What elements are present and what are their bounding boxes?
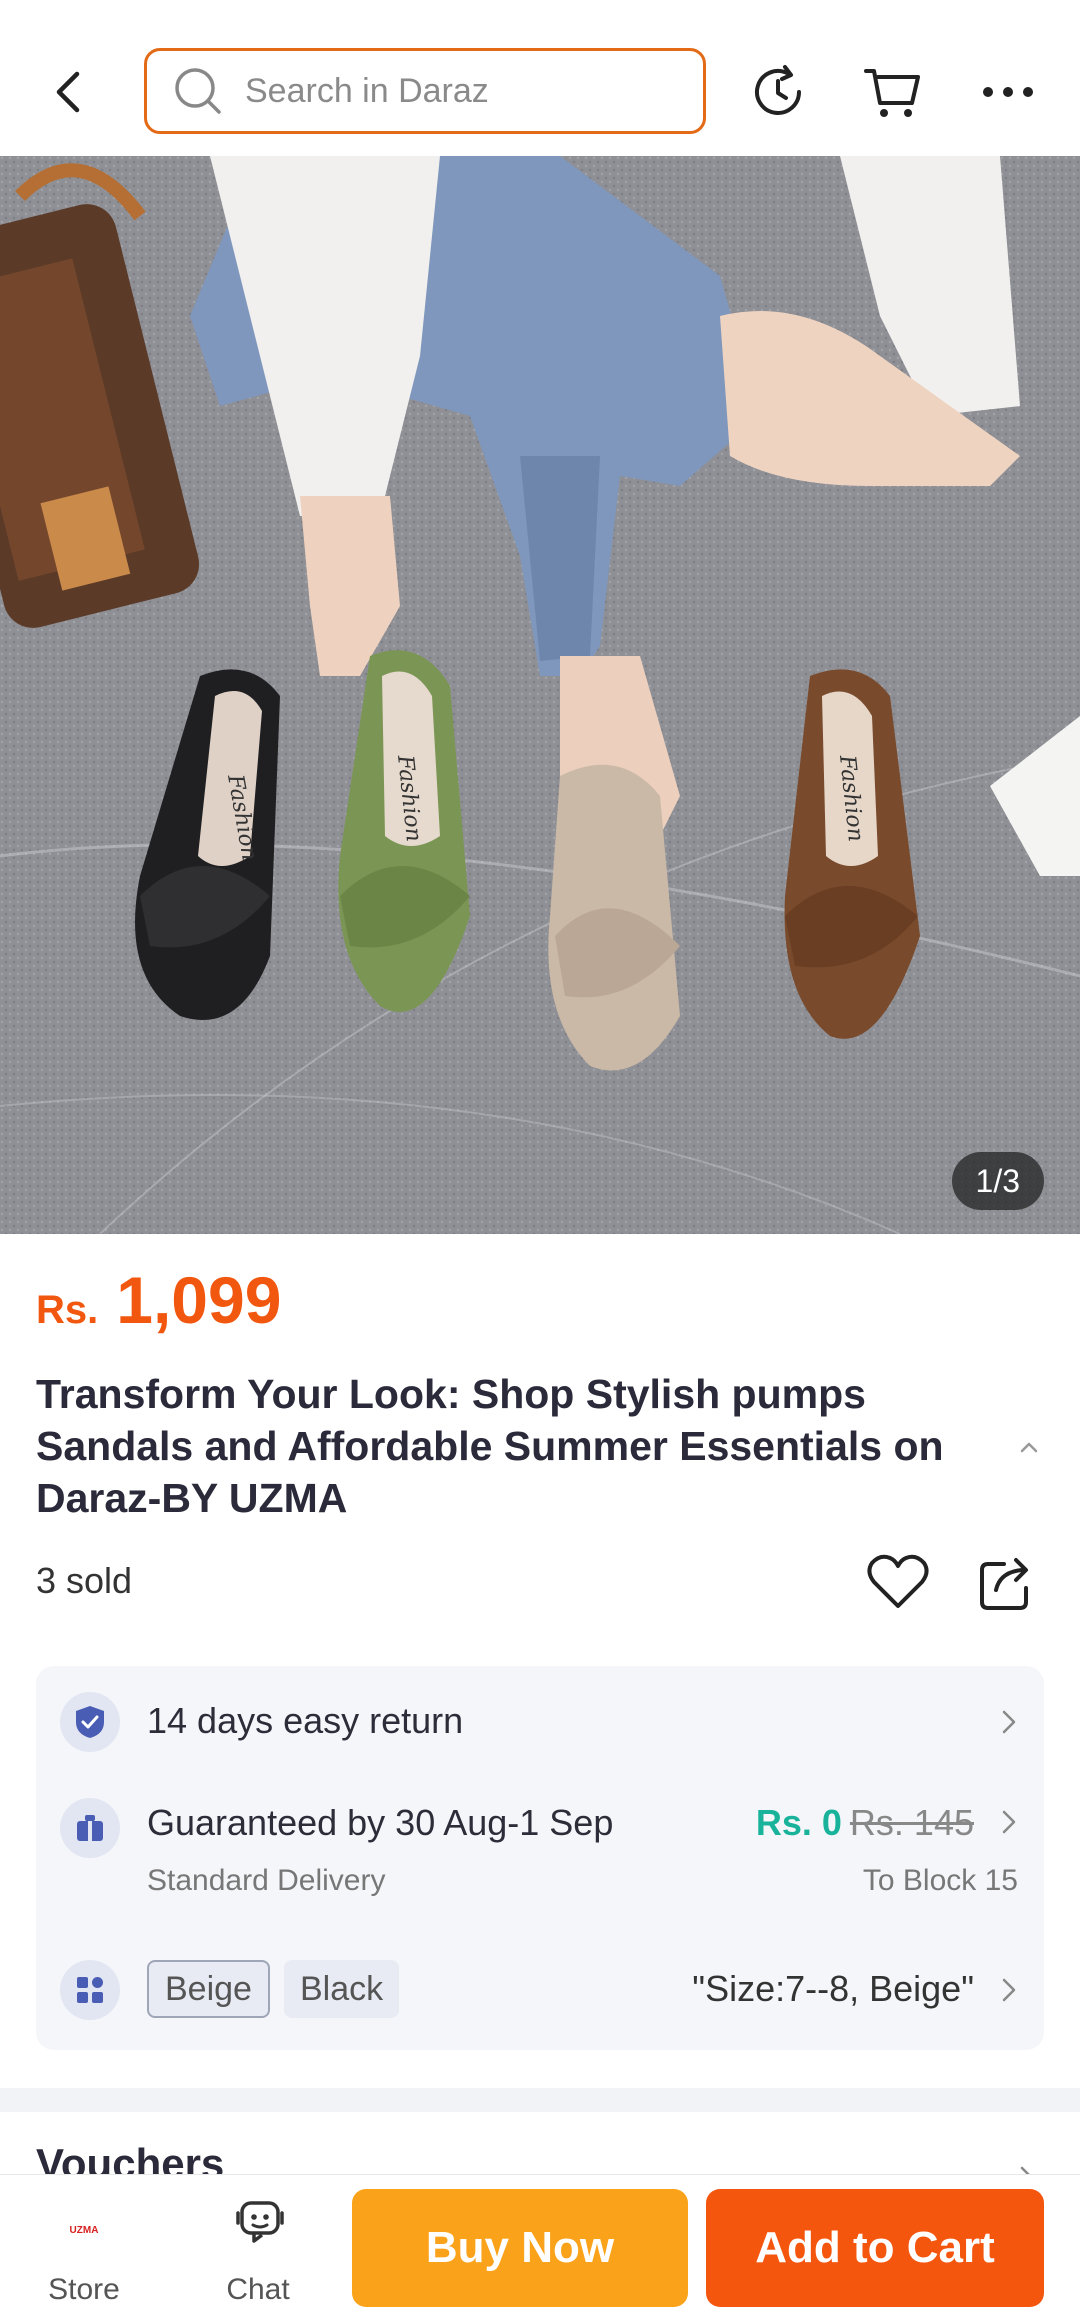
product-photo: Fashion Fashion Fashion xyxy=(0,156,1080,1234)
chevron-right-icon xyxy=(1002,1810,1016,1834)
return-policy-label: 14 days easy return xyxy=(147,1700,464,1741)
chat-robot-icon xyxy=(236,2201,284,2243)
delivery-row[interactable]: Guaranteed by 30 Aug-1 Sep Standard Deli… xyxy=(36,1776,1044,1922)
share-icon xyxy=(980,1558,1028,1610)
wishlist-button[interactable] xyxy=(866,1552,930,1612)
search-box[interactable] xyxy=(144,48,706,134)
chevron-right-icon xyxy=(1002,1978,1016,2002)
search-icon xyxy=(175,68,221,114)
search-input[interactable] xyxy=(245,71,645,111)
history-button[interactable] xyxy=(746,60,810,124)
bottom-action-bar: UZMA Store Chat Buy Now Add to Cart xyxy=(0,2174,1080,2320)
heart-icon xyxy=(867,1554,929,1608)
cart-button[interactable] xyxy=(860,60,924,124)
chat-button[interactable]: Chat xyxy=(198,2175,318,2320)
delivery-guarantee-label: Guaranteed by 30 Aug-1 Sep xyxy=(147,1802,614,1843)
cart-icon xyxy=(864,69,920,117)
share-button[interactable] xyxy=(978,1552,1034,1612)
price-value: 1,099 xyxy=(116,1263,282,1337)
sold-count: 3 sold xyxy=(36,1560,133,1601)
selected-variant-summary: "Size:7--8, Beige" xyxy=(692,1968,974,2009)
variant-chip-beige[interactable]: Beige xyxy=(147,1960,270,2018)
refresh-history-icon xyxy=(755,65,801,115)
store-button[interactable]: UZMA Store xyxy=(24,2175,144,2320)
variant-row[interactable]: Beige Black "Size:7--8, Beige" xyxy=(36,1922,1044,2050)
product-image-gallery[interactable]: Fashion Fashion Fashion 1/3 xyxy=(0,156,1080,1234)
top-bar xyxy=(0,0,1080,156)
shipping-fee: Rs. 0 Rs. 145 xyxy=(756,1802,974,1844)
back-arrow-icon xyxy=(56,71,80,113)
more-dots-icon xyxy=(983,87,1033,97)
delivery-location: To Block 15 xyxy=(862,1864,1018,1897)
chevron-up-icon[interactable] xyxy=(1014,1432,1044,1462)
buy-now-button[interactable]: Buy Now xyxy=(352,2189,688,2307)
return-policy-row[interactable]: 14 days easy return xyxy=(36,1666,1044,1776)
delivery-type: Standard Delivery xyxy=(147,1864,386,1897)
price-row: Rs. 1,099 xyxy=(36,1262,281,1338)
back-button[interactable] xyxy=(46,62,90,122)
store-logo: UZMA xyxy=(69,2225,99,2236)
chat-label: Chat xyxy=(226,2273,290,2306)
shield-check-icon xyxy=(60,1692,120,1752)
variant-chip-black[interactable]: Black xyxy=(284,1960,400,2018)
add-to-cart-button[interactable]: Add to Cart xyxy=(706,2189,1044,2307)
store-label: Store xyxy=(48,2273,120,2306)
variant-grid-icon xyxy=(60,1960,120,2020)
image-page-indicator: 1/3 xyxy=(951,1152,1044,1210)
chevron-right-icon xyxy=(1002,1710,1016,1734)
shipping-fee-original: Rs. 145 xyxy=(849,1802,974,1843)
service-info-card: 14 days easy return Guaranteed by 30 Aug… xyxy=(36,1666,1044,2050)
shoe-beige xyxy=(548,764,680,1071)
price-currency: Rs. xyxy=(36,1288,99,1332)
more-button[interactable] xyxy=(976,60,1040,124)
shipping-fee-current: Rs. 0 xyxy=(755,1802,842,1843)
product-title: Transform Your Look: Shop Stylish pumps … xyxy=(36,1371,944,1521)
delivery-box-icon xyxy=(60,1798,120,1858)
section-divider xyxy=(0,2088,1080,2112)
